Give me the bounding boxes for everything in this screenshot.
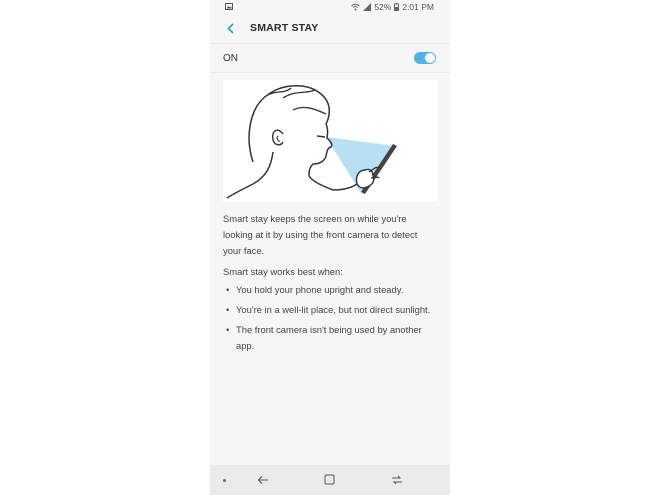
status-bar: 52% 2:01 PM [210, 0, 450, 14]
switch-label: ON [223, 52, 238, 64]
phone-screen: 52% 2:01 PM SMART STAY ON Smart stay kee… [210, 0, 450, 495]
master-switch-row[interactable]: ON [210, 43, 450, 73]
smart-stay-illustration [223, 80, 437, 202]
signal-icon [363, 3, 372, 11]
battery-icon [394, 3, 400, 11]
bullet: • [226, 324, 230, 335]
tips-list: • You hold your phone upright and steady… [223, 282, 437, 354]
tip-text: You hold your phone upright and steady. [236, 284, 404, 295]
battery-percent: 52% [374, 2, 392, 12]
person-looking-at-phone-illustration [226, 85, 397, 199]
back-button[interactable] [223, 21, 237, 35]
dot-icon[interactable] [223, 479, 226, 482]
page-title: SMART STAY [250, 22, 319, 34]
smart-stay-toggle[interactable] [414, 52, 436, 64]
bullet: • [226, 304, 230, 315]
gallery-notification-icon [225, 3, 233, 10]
description: Smart stay keeps the screen on while you… [223, 211, 437, 358]
bullet: • [226, 284, 230, 295]
tip-text: You're in a well-lit place, but not dire… [236, 304, 431, 315]
wifi-icon [351, 3, 361, 11]
toggle-knob [425, 53, 435, 63]
intro-text: Smart stay keeps the screen on while you… [223, 213, 418, 256]
list-item: • You hold your phone upright and steady… [223, 282, 437, 298]
app-bar: SMART STAY [210, 14, 450, 42]
tip-text: The front camera isn't being used by ano… [236, 324, 422, 351]
home-icon[interactable] [324, 474, 335, 485]
clock: 2:01 PM [402, 2, 434, 12]
list-item: • You're in a well-lit place, but not di… [223, 302, 437, 318]
navigation-bar [210, 465, 450, 495]
chevron-left-icon [226, 22, 234, 34]
list-item: • The front camera isn't being used by a… [223, 322, 437, 354]
back-icon[interactable] [257, 474, 269, 486]
status-right: 52% 2:01 PM [351, 2, 434, 12]
best-when-heading: Smart stay works best when: [223, 266, 343, 277]
recent-apps-icon[interactable] [391, 474, 403, 486]
